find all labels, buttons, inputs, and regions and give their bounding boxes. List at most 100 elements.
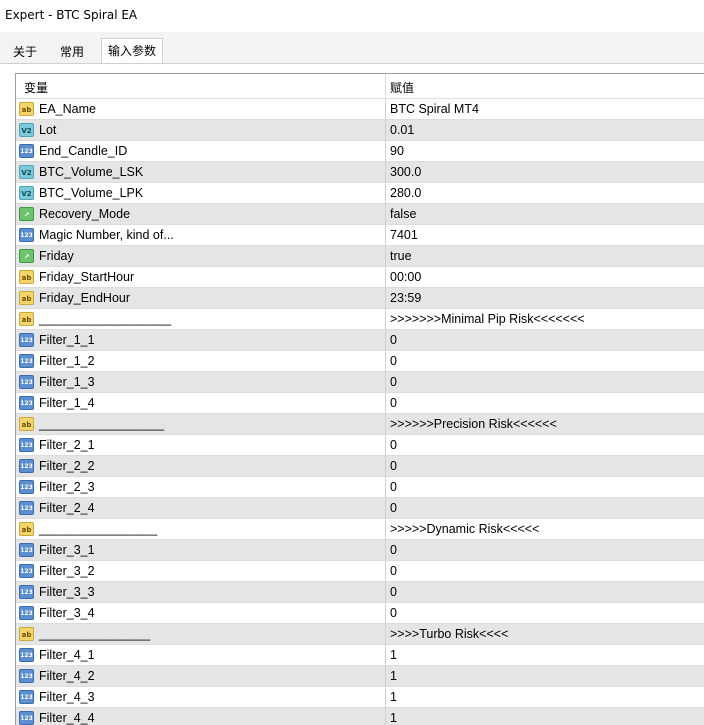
parameter-value[interactable]: 0 <box>390 501 397 515</box>
parameter-row[interactable]: 123 Filter_4_3 1 <box>16 687 704 708</box>
integer-type-icon: 123 <box>19 711 34 725</box>
tab-inputs[interactable]: 输入参数 <box>101 38 163 64</box>
parameter-value[interactable]: 0 <box>390 459 397 473</box>
parameter-name: Filter_1_3 <box>39 375 95 389</box>
parameter-value[interactable]: 7401 <box>390 228 418 242</box>
parameter-row[interactable]: 123 Filter_1_4 0 <box>16 393 704 414</box>
parameter-value[interactable]: 1 <box>390 648 397 662</box>
parameter-value[interactable]: 0.01 <box>390 123 414 137</box>
parameter-row[interactable]: ↗ Recovery_Mode false <box>16 204 704 225</box>
parameter-name: Filter_2_2 <box>39 459 95 473</box>
cell-divider <box>385 540 386 561</box>
column-header-value[interactable]: 赋值 <box>390 79 414 96</box>
cell-divider <box>385 330 386 351</box>
bool-type-icon: ↗ <box>19 207 34 221</box>
parameter-row[interactable]: 123 End_Candle_ID 90 <box>16 141 704 162</box>
string-type-icon: ab <box>19 312 34 326</box>
parameter-row[interactable]: ab ________________ >>>>Turbo Risk<<<< <box>16 624 704 645</box>
parameter-value[interactable]: 23:59 <box>390 291 421 305</box>
parameter-name: Friday <box>39 249 74 263</box>
cell-divider <box>385 309 386 330</box>
parameter-row[interactable]: 123 Filter_2_4 0 <box>16 498 704 519</box>
tab-about[interactable]: 关于 <box>5 40 45 64</box>
parameter-row[interactable]: ab Friday_EndHour 23:59 <box>16 288 704 309</box>
parameter-row[interactable]: 123 Filter_4_1 1 <box>16 645 704 666</box>
integer-type-icon: 123 <box>19 543 34 557</box>
cell-divider <box>385 204 386 225</box>
string-type-icon: ab <box>19 291 34 305</box>
parameter-row[interactable]: ab __________________ >>>>>>Precision Risk… <box>16 414 704 435</box>
parameter-value[interactable]: >>>>>Dynamic Risk<<<<< <box>390 522 539 536</box>
parameter-value[interactable]: 0 <box>390 480 397 494</box>
parameter-value[interactable]: 0 <box>390 354 397 368</box>
parameter-value[interactable]: 0 <box>390 543 397 557</box>
parameter-value[interactable]: 0 <box>390 585 397 599</box>
parameter-row[interactable]: 123 Filter_3_3 0 <box>16 582 704 603</box>
parameter-row[interactable]: ab _________________ >>>>>Dynamic Risk<<<<… <box>16 519 704 540</box>
cell-divider <box>385 561 386 582</box>
parameter-name: Friday_EndHour <box>39 291 131 305</box>
cell-divider <box>385 288 386 309</box>
parameter-name: Filter_4_3 <box>39 690 95 704</box>
parameters-grid: 变量 赋值 ab EA_Name BTC Spiral MT4 V2 Lot 0.01 12… <box>15 73 704 725</box>
parameter-value[interactable]: false <box>390 207 416 221</box>
parameter-value[interactable]: 0 <box>390 333 397 347</box>
column-divider[interactable] <box>385 74 386 99</box>
parameter-row[interactable]: ab Friday_StartHour 00:00 <box>16 267 704 288</box>
parameter-row[interactable]: 123 Filter_2_3 0 <box>16 477 704 498</box>
parameter-value[interactable]: true <box>390 249 412 263</box>
parameter-row[interactable]: ↗ Friday true <box>16 246 704 267</box>
parameter-row[interactable]: 123 Filter_2_1 0 <box>16 435 704 456</box>
parameter-row[interactable]: 123 Filter_3_2 0 <box>16 561 704 582</box>
cell-divider <box>385 99 386 120</box>
parameter-name: Filter_2_1 <box>39 438 95 452</box>
parameter-value[interactable]: BTC Spiral MT4 <box>390 102 479 116</box>
parameter-value[interactable]: 1 <box>390 690 397 704</box>
parameter-value[interactable]: 90 <box>390 144 404 158</box>
parameter-row[interactable]: V2 BTC_Volume_LPK 280.0 <box>16 183 704 204</box>
parameter-row[interactable]: 123 Magic Number, kind of... 7401 <box>16 225 704 246</box>
parameter-row[interactable]: V2 Lot 0.01 <box>16 120 704 141</box>
parameter-row[interactable]: 123 Filter_1_2 0 <box>16 351 704 372</box>
integer-type-icon: 123 <box>19 333 34 347</box>
parameter-value[interactable]: 300.0 <box>390 165 421 179</box>
parameter-row[interactable]: 123 Filter_3_4 0 <box>16 603 704 624</box>
parameter-row[interactable]: 123 Filter_2_2 0 <box>16 456 704 477</box>
parameter-row[interactable]: 123 Filter_4_4 1 <box>16 708 704 725</box>
cell-divider <box>385 519 386 540</box>
parameter-name: End_Candle_ID <box>39 144 128 158</box>
parameter-row[interactable]: 123 Filter_4_2 1 <box>16 666 704 687</box>
parameter-value[interactable]: 0 <box>390 396 397 410</box>
grid-header: 变量 赋值 <box>16 74 704 99</box>
column-header-variable[interactable]: 变量 <box>24 79 48 96</box>
parameter-row[interactable]: ab ___________________ >>>>>>>Minimal Pip … <box>16 309 704 330</box>
parameter-value[interactable]: 0 <box>390 606 397 620</box>
parameter-value[interactable]: >>>>Turbo Risk<<<< <box>390 627 508 641</box>
parameter-value[interactable]: 0 <box>390 564 397 578</box>
parameter-value[interactable]: 1 <box>390 669 397 683</box>
parameter-row[interactable]: ab EA_Name BTC Spiral MT4 <box>16 99 704 120</box>
tab-common[interactable]: 常用 <box>52 40 92 64</box>
string-type-icon: ab <box>19 417 34 431</box>
parameter-name: Filter_3_4 <box>39 606 95 620</box>
cell-divider <box>385 624 386 645</box>
cell-divider <box>385 162 386 183</box>
parameter-row[interactable]: 123 Filter_3_1 0 <box>16 540 704 561</box>
parameter-name: EA_Name <box>39 102 96 116</box>
parameter-value[interactable]: 0 <box>390 438 397 452</box>
cell-divider <box>385 351 386 372</box>
parameter-value[interactable]: >>>>>>>Minimal Pip Risk<<<<<<< <box>390 312 585 326</box>
cell-divider <box>385 666 386 687</box>
integer-type-icon: 123 <box>19 375 34 389</box>
cell-divider <box>385 267 386 288</box>
parameter-value[interactable]: 00:00 <box>390 270 421 284</box>
parameter-value[interactable]: 280.0 <box>390 186 421 200</box>
parameter-row[interactable]: 123 Filter_1_1 0 <box>16 330 704 351</box>
cell-divider <box>385 435 386 456</box>
parameter-row[interactable]: V2 BTC_Volume_LSK 300.0 <box>16 162 704 183</box>
parameter-row[interactable]: 123 Filter_1_3 0 <box>16 372 704 393</box>
bool-type-icon: ↗ <box>19 249 34 263</box>
parameter-value[interactable]: 1 <box>390 711 397 725</box>
parameter-value[interactable]: >>>>>>Precision Risk<<<<<< <box>390 417 557 431</box>
parameter-value[interactable]: 0 <box>390 375 397 389</box>
